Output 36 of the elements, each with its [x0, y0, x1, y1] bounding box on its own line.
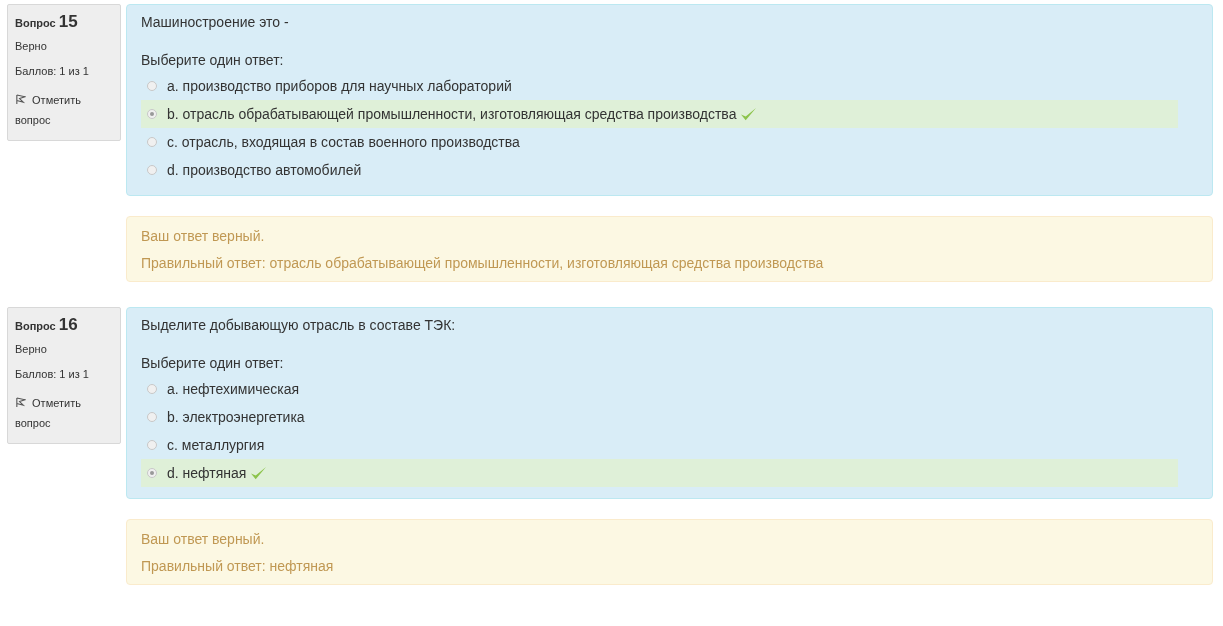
- answer-prompt: Выберите один ответ:: [141, 355, 285, 371]
- answer-option[interactable]: b. отрасль обрабатывающей промышленности, изготовляющая средства производства: [141, 100, 1178, 128]
- feedback-text: Ваш ответ верный.: [141, 530, 266, 549]
- feedback-text: Ваш ответ верный.: [141, 227, 266, 246]
- checkmark-icon: [740, 106, 758, 122]
- answer-option[interactable]: d. нефтяная: [141, 459, 1178, 487]
- question-number: Вопрос 16: [15, 315, 79, 335]
- radio-button[interactable]: [147, 440, 157, 450]
- question-grade: Баллов: 1 из 1: [15, 65, 90, 77]
- checkmark-icon: [250, 465, 268, 481]
- question-text: Выделите добывающую отрасль в составе ТЭК:: [141, 317, 457, 333]
- answer-option[interactable]: d. производство автомобилей: [141, 156, 1178, 184]
- question-text: Машиностроение это -: [141, 14, 290, 30]
- answer-option[interactable]: a. производство приборов для научных лабораторий: [141, 72, 1178, 100]
- radio-button[interactable]: [147, 137, 157, 147]
- flag-question-link[interactable]: Отметить вопрос: [15, 393, 113, 433]
- question-number: Вопрос 15: [15, 12, 79, 32]
- question-state: Верно: [15, 343, 48, 355]
- radio-button[interactable]: [147, 109, 157, 119]
- radio-button[interactable]: [147, 412, 157, 422]
- flag-question-link[interactable]: Отметить вопрос: [15, 90, 113, 130]
- radio-button[interactable]: [147, 468, 157, 478]
- feedback-text: Правильный ответ: нефтяная: [141, 557, 335, 576]
- radio-button[interactable]: [147, 81, 157, 91]
- flag-icon: [15, 94, 26, 105]
- feedback-text: Правильный ответ: отрасль обрабатывающей промышленности, изготовляющая средства производства: [141, 254, 825, 273]
- answer-prompt: Выберите один ответ:: [141, 52, 285, 68]
- answer-option[interactable]: c. отрасль, входящая в состав военного производства: [141, 128, 1178, 156]
- flag-icon: [15, 397, 26, 408]
- question-state: Верно: [15, 40, 48, 52]
- answer-option[interactable]: b. электроэнергетика: [141, 403, 1178, 431]
- answer-option[interactable]: c. металлургия: [141, 431, 1178, 459]
- question-grade: Баллов: 1 из 1: [15, 368, 90, 380]
- answer-option[interactable]: a. нефтехимическая: [141, 375, 1178, 403]
- radio-button[interactable]: [147, 165, 157, 175]
- radio-button[interactable]: [147, 384, 157, 394]
